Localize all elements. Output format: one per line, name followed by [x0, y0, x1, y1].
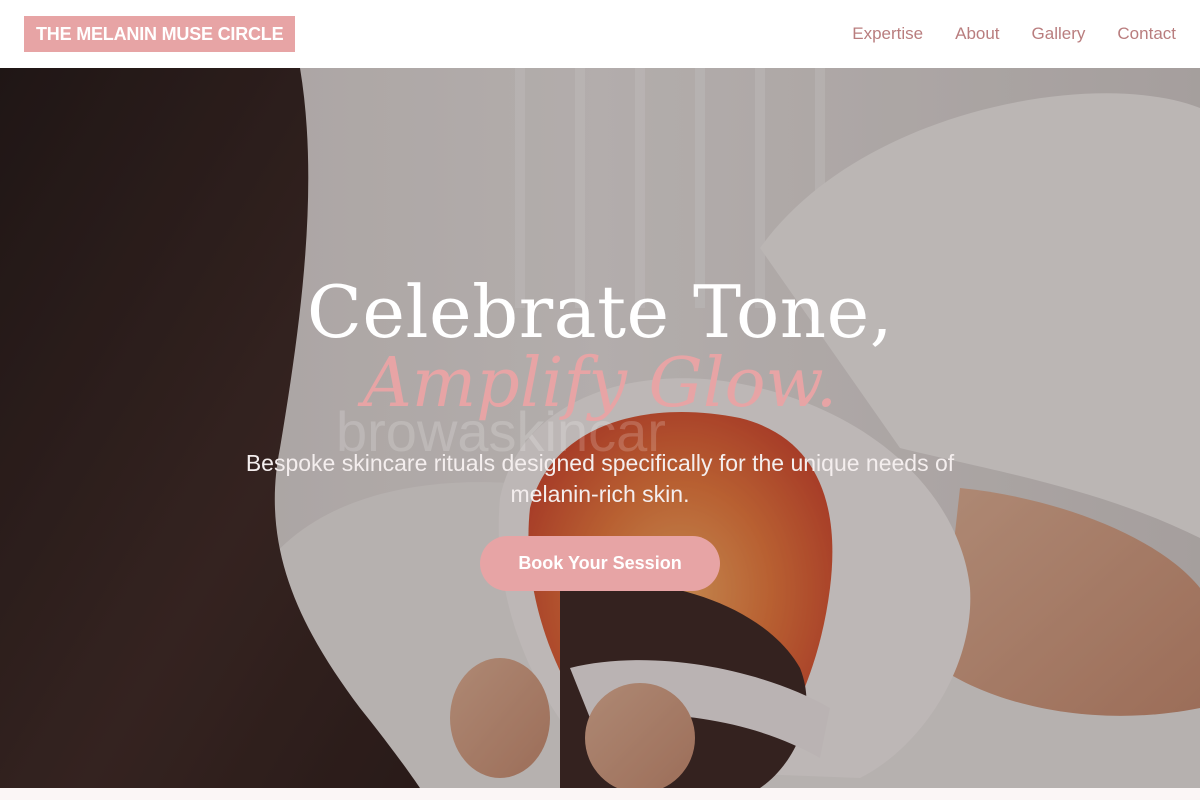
- nav-link-about[interactable]: About: [955, 24, 999, 44]
- hero-content: browaskincar Celebrate Tone, Amplify Glo…: [0, 68, 1200, 788]
- nav-link-gallery[interactable]: Gallery: [1032, 24, 1086, 44]
- nav-link-contact[interactable]: Contact: [1117, 24, 1176, 44]
- site-logo[interactable]: THE MELANIN MUSE CIRCLE: [24, 16, 296, 52]
- site-header: THE MELANIN MUSE CIRCLE Expertise About …: [0, 0, 1200, 68]
- book-session-button[interactable]: Book Your Session: [480, 536, 720, 591]
- main-nav: Expertise About Gallery Contact: [852, 24, 1176, 44]
- page-bottom-strip: [0, 788, 1200, 800]
- hero-headline-line2: Amplify Glow.: [362, 344, 838, 423]
- hero-headline-line1: Celebrate Tone,: [306, 270, 894, 354]
- hero-subtitle: Bespoke skincare rituals designed specif…: [245, 450, 955, 507]
- hero-section: browaskincar Celebrate Tone, Amplify Glo…: [0, 68, 1200, 788]
- nav-link-expertise[interactable]: Expertise: [852, 24, 923, 44]
